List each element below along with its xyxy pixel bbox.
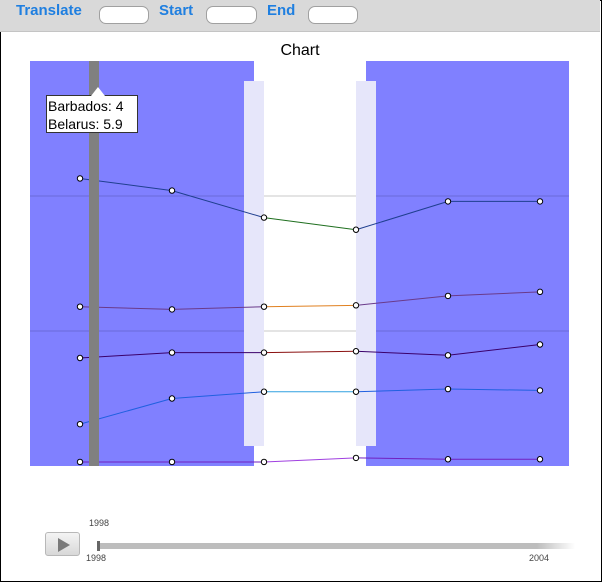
series-0-point-3[interactable] (352, 226, 360, 233)
series-1-point-3[interactable] (352, 302, 360, 309)
series-4-point-2[interactable] (260, 458, 268, 466)
series-2-point-1[interactable] (168, 349, 176, 356)
series-3-point-3[interactable] (352, 388, 360, 395)
series-4-point-4[interactable] (444, 456, 452, 463)
series-0-point-4[interactable] (444, 198, 452, 205)
series-2-point-2[interactable] (260, 349, 268, 356)
series-3-point-1[interactable] (168, 395, 176, 402)
series-2-point-4[interactable] (444, 352, 452, 359)
year-slider-track[interactable] (97, 543, 575, 549)
series-3-point-4[interactable] (444, 385, 452, 393)
series-1-point-2[interactable] (260, 303, 268, 310)
slider-min-label: 1998 (86, 553, 107, 563)
series-0-point-1[interactable] (168, 187, 176, 194)
play-button[interactable] (45, 532, 80, 556)
tooltip-pointer (91, 87, 105, 96)
series-2-point-3[interactable] (352, 348, 360, 355)
slider-current-year: 1998 (89, 518, 110, 528)
play-icon (58, 538, 70, 552)
series-3-point-5[interactable] (536, 387, 544, 394)
series-1-point-5[interactable] (536, 288, 544, 296)
series-2-point-5[interactable] (536, 341, 544, 348)
series-3-point-2[interactable] (260, 388, 268, 395)
tooltip: Barbados: 4 Belarus: 5.9 (46, 87, 138, 133)
series-4-point-5[interactable] (536, 456, 544, 463)
slider-max-label: 2004 (529, 553, 550, 563)
series-4-point-1[interactable] (168, 458, 176, 466)
series-1-point-0[interactable] (76, 303, 84, 310)
tooltip-line-1: Barbados: 4 (48, 98, 124, 114)
series-0-point-5[interactable] (536, 198, 544, 205)
tooltip-line-2: Belarus: 5.9 (48, 116, 123, 132)
year-slider-handle[interactable] (97, 541, 100, 551)
series-4-point-0[interactable] (76, 458, 84, 466)
series-0-point-2[interactable] (260, 214, 268, 221)
background-band-right (366, 61, 569, 466)
series-1-point-1[interactable] (168, 306, 176, 313)
series-2-point-0[interactable] (76, 354, 84, 362)
series-3-point-0[interactable] (76, 420, 84, 428)
series-4-point-3[interactable] (352, 454, 360, 462)
focus-band (254, 61, 366, 466)
series-1-point-4[interactable] (444, 292, 452, 300)
series-0-point-0[interactable] (76, 175, 84, 182)
